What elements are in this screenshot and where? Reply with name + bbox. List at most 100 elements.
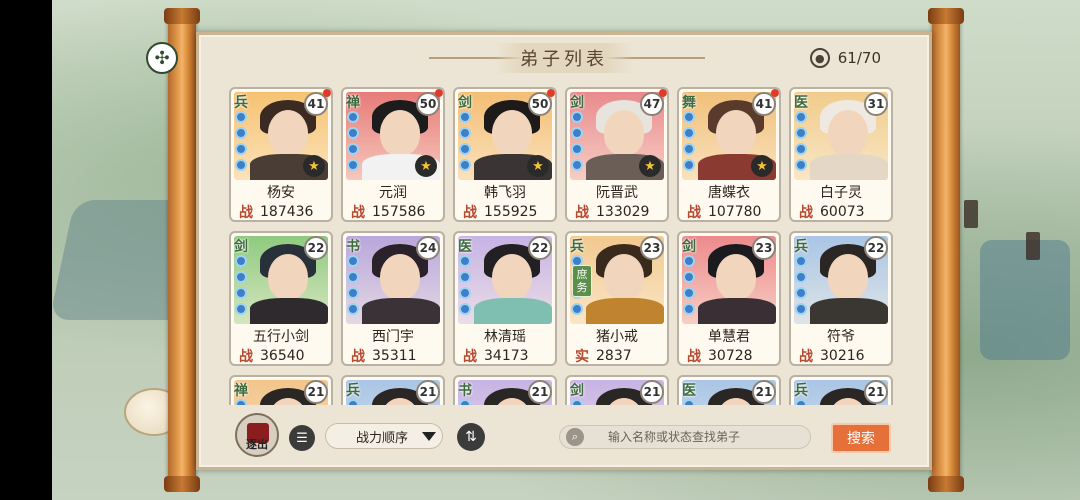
power-label: 战 bbox=[687, 349, 701, 365]
pin-icon[interactable]: ✣ bbox=[146, 42, 178, 74]
portrait-body bbox=[586, 298, 664, 324]
portrait-face bbox=[716, 110, 756, 156]
notification-dot bbox=[323, 89, 331, 97]
star-icon: ★ bbox=[527, 155, 549, 177]
role-badge: 兵 bbox=[234, 95, 248, 111]
expel-button[interactable]: 逐出 bbox=[235, 413, 279, 457]
level-badge: 23 bbox=[640, 236, 664, 260]
notification-dot bbox=[435, 89, 443, 97]
level-badge: 22 bbox=[528, 236, 552, 260]
power-label: 战 bbox=[575, 205, 589, 221]
disciple-card[interactable]: 医 21 bbox=[677, 375, 781, 405]
disciple-card[interactable]: 兵 21 bbox=[789, 375, 893, 405]
role-badge: 兵 bbox=[794, 239, 808, 255]
notification-dot bbox=[547, 89, 555, 97]
power-value: 187436 bbox=[260, 204, 314, 220]
disciple-count-value: 61/70 bbox=[837, 49, 881, 67]
star-icon: ★ bbox=[415, 155, 437, 177]
scroll-rod-right bbox=[928, 8, 964, 492]
power-label: 战 bbox=[799, 349, 813, 365]
portrait-body bbox=[474, 298, 552, 324]
role-badge: 剑 bbox=[570, 95, 584, 111]
power-value: 157586 bbox=[372, 204, 426, 220]
disciple-power: 战 30728 bbox=[687, 346, 775, 365]
role-badge: 兵 bbox=[794, 383, 808, 399]
search-button[interactable]: 搜索 bbox=[831, 423, 891, 453]
portrait-face bbox=[492, 110, 532, 156]
disciple-card[interactable]: 剑 21 bbox=[565, 375, 669, 405]
portrait-body bbox=[698, 298, 776, 324]
power-value: 30216 bbox=[820, 348, 865, 364]
role-badge: 兵 bbox=[570, 239, 584, 255]
skill-orbs bbox=[795, 255, 809, 315]
disciple-power: 战 60073 bbox=[799, 202, 887, 221]
level-badge: 21 bbox=[752, 380, 776, 404]
level-badge: 22 bbox=[304, 236, 328, 260]
disciple-power: 战 133029 bbox=[575, 202, 663, 221]
disciple-name: 符爷 bbox=[827, 329, 855, 345]
sort-order-toggle-icon[interactable]: ⇅ bbox=[457, 423, 485, 451]
disciple-card[interactable]: 兵 21 bbox=[341, 375, 445, 405]
skill-orbs bbox=[347, 255, 361, 315]
disciple-name: 阮晋武 bbox=[596, 185, 638, 201]
filter-list-icon[interactable]: ☰ bbox=[289, 425, 315, 451]
portrait-body bbox=[250, 298, 328, 324]
search-input[interactable] bbox=[608, 430, 798, 444]
portrait-face bbox=[604, 110, 644, 156]
disciple-name: 唐蝶衣 bbox=[708, 185, 750, 201]
level-badge: 23 bbox=[752, 236, 776, 260]
disciple-name: 林清瑶 bbox=[484, 329, 526, 345]
disciple-card[interactable]: 剑 23 单慧君 战 30728 bbox=[677, 231, 781, 366]
disciple-power: 战 36540 bbox=[239, 346, 327, 365]
role-badge: 医 bbox=[794, 95, 808, 111]
role-badge: 医 bbox=[458, 239, 472, 255]
disciple-card[interactable]: 剑 22 五行小剑 战 36540 bbox=[229, 231, 333, 366]
disciple-card[interactable]: 禅 50 ★ 元润 战 157586 bbox=[341, 87, 445, 222]
disciple-card[interactable]: 剑 47 ★ 阮晋武 战 133029 bbox=[565, 87, 669, 222]
sort-dropdown[interactable]: 战力顺序 bbox=[325, 423, 443, 449]
level-badge: 24 bbox=[416, 236, 440, 260]
disciple-card[interactable]: 医 22 林清瑶 战 34173 bbox=[453, 231, 557, 366]
disciple-name: 单慧君 bbox=[708, 329, 750, 345]
disciple-card[interactable]: 兵 23 庶务 猪小戒 实 2837 bbox=[565, 231, 669, 366]
disciple-name: 猪小戒 bbox=[596, 329, 638, 345]
skill-orbs bbox=[347, 111, 361, 171]
disciple-card[interactable]: 禅 21 bbox=[229, 375, 333, 405]
role-badge: 兵 bbox=[346, 383, 360, 399]
disciple-card[interactable]: 兵 41 ★ 杨安 战 187436 bbox=[229, 87, 333, 222]
status-tag: 庶务 bbox=[572, 265, 592, 297]
power-label: 战 bbox=[239, 349, 253, 365]
power-value: 2837 bbox=[596, 348, 632, 364]
skill-orbs bbox=[459, 255, 473, 315]
power-value: 60073 bbox=[820, 204, 865, 220]
power-value: 34173 bbox=[484, 348, 529, 364]
role-badge: 禅 bbox=[346, 95, 360, 111]
disciple-power: 战 35311 bbox=[351, 346, 439, 365]
portrait-face bbox=[716, 254, 756, 300]
page-title: 弟子列表 bbox=[494, 43, 634, 73]
role-badge: 书 bbox=[458, 383, 472, 399]
disciple-power: 战 34173 bbox=[463, 346, 551, 364]
level-badge: 22 bbox=[864, 236, 888, 260]
level-badge: 21 bbox=[640, 380, 664, 404]
power-label: 战 bbox=[351, 349, 365, 365]
disciple-count: ● 61/70 bbox=[809, 48, 881, 68]
portrait-body bbox=[810, 154, 888, 180]
disciple-card[interactable]: 剑 50 ★ 韩飞羽 战 155925 bbox=[453, 87, 557, 222]
disciple-card[interactable]: 兵 22 符爷 战 30216 bbox=[789, 231, 893, 366]
disciple-power: 战 107780 bbox=[687, 202, 775, 220]
disciple-card[interactable]: 书 21 bbox=[453, 375, 557, 405]
power-value: 36540 bbox=[260, 348, 305, 364]
background-sign bbox=[1026, 232, 1040, 260]
role-badge: 医 bbox=[682, 383, 696, 399]
disciple-card[interactable]: 舞 41 ★ 唐蝶衣 战 107780 bbox=[677, 87, 781, 222]
power-value: 133029 bbox=[596, 204, 650, 220]
disciple-card[interactable]: 书 24 西门宇 战 35311 bbox=[341, 231, 445, 366]
background-sign bbox=[964, 200, 978, 228]
disciple-card[interactable]: 医 31 白子灵 战 60073 bbox=[789, 87, 893, 222]
power-value: 30728 bbox=[708, 348, 753, 364]
power-label: 战 bbox=[239, 205, 253, 221]
power-label: 战 bbox=[799, 205, 813, 221]
chevron-down-icon bbox=[422, 431, 437, 441]
portrait-face bbox=[492, 254, 532, 300]
